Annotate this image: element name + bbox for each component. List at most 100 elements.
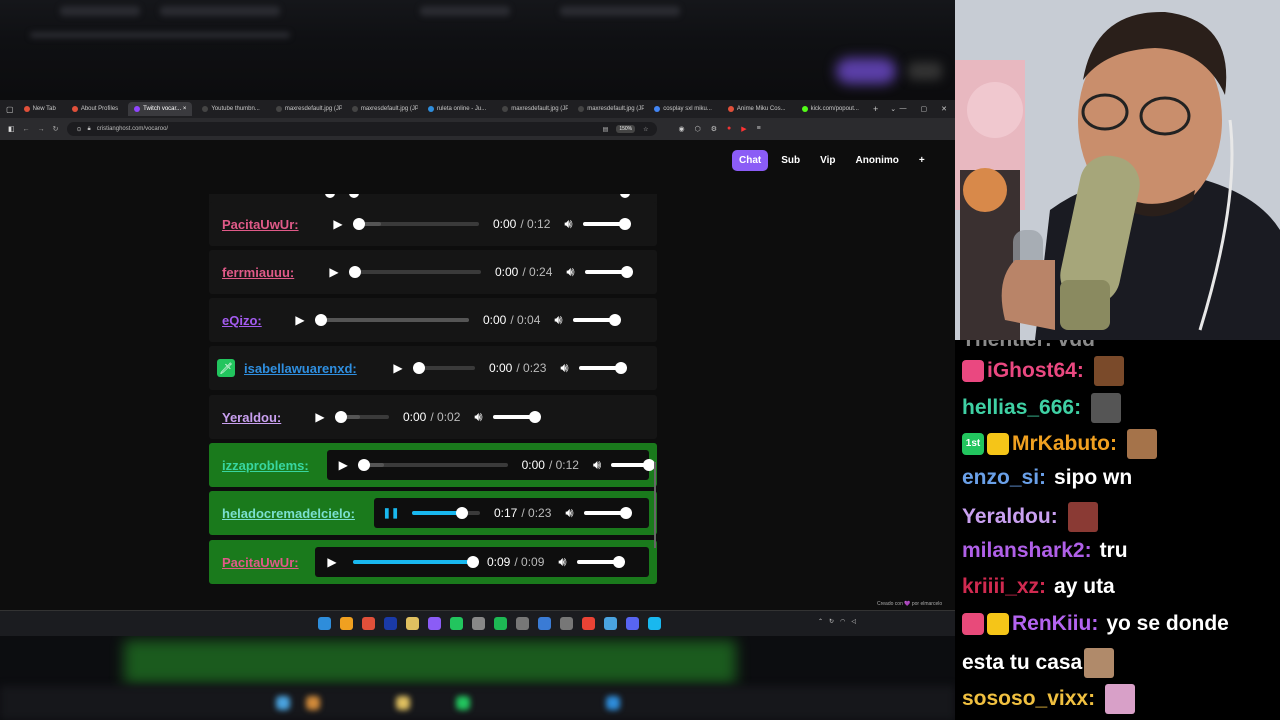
seek-slider[interactable] [349, 266, 481, 278]
sidebar-icon[interactable]: ▢ [6, 105, 14, 114]
app-icon[interactable] [472, 617, 485, 630]
browser-tab[interactable]: kick.com/popout... [796, 102, 865, 116]
volume-slider[interactable] [576, 556, 625, 568]
tray-wifi-icon[interactable]: ◠ [840, 618, 845, 625]
tray-chevron-icon[interactable]: ⌃ [818, 618, 823, 625]
kick-icon[interactable] [450, 617, 463, 630]
tray-refresh-icon[interactable]: ↻ [829, 618, 834, 625]
app-icon[interactable] [516, 617, 529, 630]
seek-slider[interactable] [315, 314, 469, 326]
start-icon[interactable] [318, 617, 331, 630]
volume-icon[interactable]: 🔊︎ [566, 264, 574, 280]
volume-icon[interactable]: 🔊︎ [565, 505, 573, 521]
username-link[interactable]: ferrmiauuu: [222, 265, 294, 280]
username-link[interactable]: isabellawuarenxd: [244, 361, 357, 376]
volume-slider[interactable] [582, 218, 631, 230]
username-link[interactable]: Yeraldou: [222, 410, 281, 425]
extensions-icon[interactable]: ⬡ [695, 125, 701, 133]
premiere-icon[interactable] [384, 617, 397, 630]
browser-tab[interactable]: maxresdefault.jpg (JP... [496, 102, 568, 116]
browser-tab[interactable]: cosplay sxl miku... [648, 102, 718, 116]
spotify-icon[interactable] [494, 617, 507, 630]
obsidian-icon[interactable] [428, 617, 441, 630]
seek-knob[interactable] [353, 218, 365, 230]
username-link[interactable]: PacitaUwUr: [222, 217, 299, 232]
play-button[interactable]: ▶ [331, 217, 345, 231]
volume-icon[interactable]: 🔊︎ [554, 312, 562, 328]
tab-list-icon[interactable]: ⌄ [890, 105, 896, 113]
username-link[interactable]: izzaproblems: [222, 458, 309, 473]
tab-chat[interactable]: Chat [732, 150, 769, 171]
minimize-icon[interactable]: — [900, 105, 907, 113]
browser-tab[interactable]: ruleta online - Ju... [422, 102, 492, 116]
volume-slider[interactable] [572, 314, 621, 326]
back-icon[interactable]: ← [23, 126, 30, 133]
browser-tab[interactable]: Youtube thumbn... [196, 102, 265, 116]
play-button[interactable]: ▶ [337, 458, 350, 472]
tab-anonimo[interactable]: Anonimo [849, 150, 906, 171]
new-tab-button[interactable]: + [873, 104, 878, 114]
browser-tab[interactable]: maxresdefault.jpg (JP... [270, 102, 342, 116]
username-link[interactable]: PacitaUwUr: [222, 555, 299, 570]
seek-slider[interactable] [353, 556, 479, 568]
seek-knob[interactable] [456, 507, 469, 519]
volume-knob[interactable] [608, 314, 621, 326]
browser-tab[interactable]: About Profiles [66, 102, 124, 116]
pause-button[interactable]: ❚❚ [383, 506, 400, 520]
sidebar-toggle-icon[interactable]: ◧ [8, 125, 15, 133]
volume-slider[interactable] [492, 411, 541, 423]
tab-sub[interactable]: Sub [774, 150, 807, 171]
play-button[interactable]: ▶ [327, 265, 341, 279]
menu-icon[interactable]: ≡ [757, 125, 761, 133]
seek-slider[interactable] [353, 218, 479, 230]
app-icon[interactable] [560, 617, 573, 630]
settings-icon[interactable]: ⚙ [711, 125, 717, 133]
volume-slider[interactable] [584, 266, 633, 278]
add-tab-button[interactable]: + [912, 150, 932, 171]
volume-knob[interactable] [618, 218, 631, 230]
volume-icon[interactable]: 🔊︎ [560, 360, 568, 376]
volume-icon[interactable]: 🔊︎ [474, 409, 482, 425]
volume-knob[interactable] [528, 411, 541, 423]
browser-tab[interactable]: maxresdefault.jpg (JP... [346, 102, 418, 116]
browser-tab[interactable]: Anime Miku Cos... [722, 102, 792, 116]
seek-knob[interactable] [349, 266, 361, 278]
volume-knob[interactable] [620, 266, 633, 278]
reader-icon[interactable]: ▤ [603, 126, 609, 133]
browser-tab[interactable]: Twitch vocar... × [128, 102, 193, 116]
volume-slider[interactable] [578, 362, 627, 374]
play-button[interactable]: ▶ [313, 410, 327, 424]
maximize-icon[interactable]: ▢ [921, 105, 928, 113]
volume-icon[interactable]: 🔊︎ [593, 457, 601, 473]
username-link[interactable]: eQizo: [222, 313, 262, 328]
seek-knob[interactable] [357, 459, 370, 471]
seek-knob[interactable] [335, 411, 347, 423]
seek-slider[interactable] [412, 507, 480, 519]
volume-knob[interactable] [614, 362, 627, 374]
volume-icon[interactable]: 🔊︎ [558, 554, 566, 570]
volume-slider[interactable] [583, 507, 632, 519]
firefox-icon[interactable] [362, 617, 375, 630]
account-icon[interactable]: ◉ [679, 125, 685, 133]
folder-icon[interactable] [406, 617, 419, 630]
seek-knob[interactable] [315, 314, 327, 326]
volume-knob[interactable] [612, 556, 625, 568]
browser-tab[interactable]: New Tab [18, 102, 62, 116]
play-button[interactable]: ▶ [325, 555, 339, 569]
tray-volume-icon[interactable]: ◁ [851, 618, 856, 625]
zoom-badge[interactable]: 150% [616, 125, 636, 133]
tab-vip[interactable]: Vip [813, 150, 842, 171]
reload-icon[interactable]: ↻ [53, 125, 59, 133]
seek-knob[interactable] [467, 556, 479, 568]
url-field[interactable]: ⊙ 🔒︎ cristianghost.com/vocaroo/ ▤ 150% ☆ [66, 122, 657, 136]
app-icon[interactable] [604, 617, 617, 630]
seek-slider[interactable] [335, 411, 389, 423]
app-icon[interactable] [648, 617, 661, 630]
browser-tab[interactable]: maxresdefault.jpg (JP... [572, 102, 644, 116]
record-icon[interactable]: ● [727, 125, 731, 133]
volume-icon[interactable]: 🔊︎ [564, 216, 572, 232]
youtube-icon[interactable]: ▶ [741, 125, 746, 133]
seek-knob[interactable] [413, 362, 425, 374]
chrome-icon[interactable] [582, 617, 595, 630]
seek-slider[interactable] [357, 459, 508, 471]
